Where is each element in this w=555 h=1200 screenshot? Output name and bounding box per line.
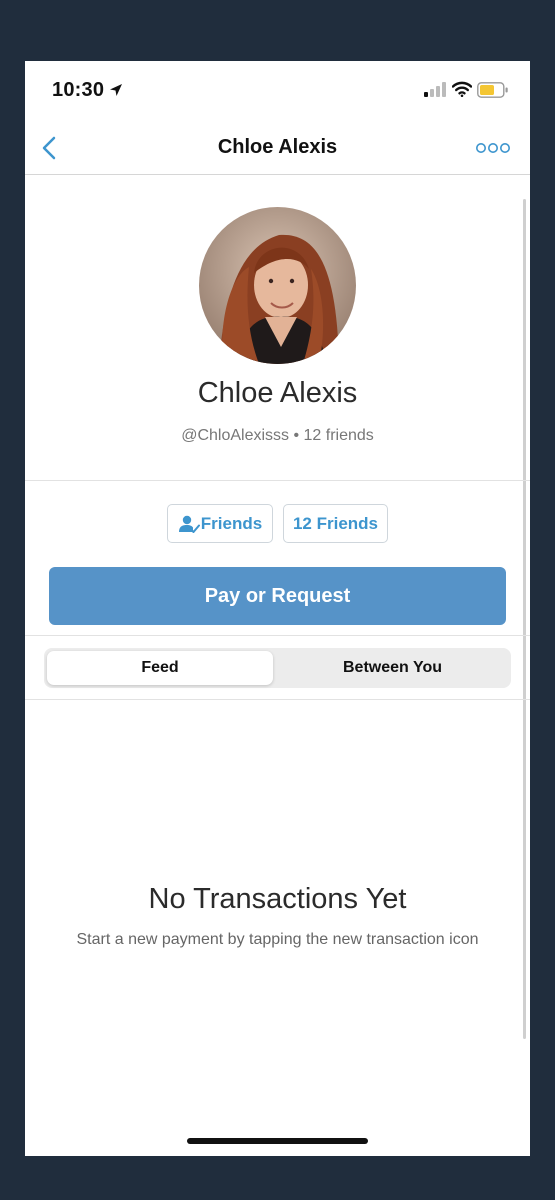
profile-name: Chloe Alexis	[197, 377, 358, 409]
profile-handle-and-friends: @ChloAlexisss • 12 friends	[181, 427, 374, 444]
empty-state-message: Start a new payment by tapping the new t…	[76, 931, 479, 948]
tab-between-you-label: Between You	[343, 659, 442, 676]
friends-status-button[interactable]: Friends	[167, 504, 273, 543]
friends-button-label: Friends	[200, 513, 263, 533]
friends-count-label: 12 Friends	[292, 513, 379, 533]
divider	[25, 480, 530, 481]
nav-title: Chloe Alexis	[217, 136, 338, 158]
pay-button-label: Pay or Request	[204, 584, 351, 607]
navigation-bar: Chloe Alexis	[25, 121, 530, 175]
status-bar: 10:30	[25, 61, 530, 121]
divider	[25, 635, 530, 636]
home-indicator[interactable]	[187, 1138, 368, 1144]
profile-avatar	[199, 207, 356, 364]
tab-between-you[interactable]: Between You	[277, 651, 508, 685]
divider	[25, 699, 530, 700]
location-arrow-icon	[110, 84, 122, 96]
friends-count-button[interactable]: 12 Friends	[283, 504, 388, 543]
pay-or-request-button[interactable]: Pay or Request	[49, 567, 506, 625]
wifi-icon	[452, 81, 472, 97]
more-options-icon[interactable]	[475, 141, 511, 155]
friend-check-icon	[178, 515, 200, 533]
tab-feed-label: Feed	[141, 659, 179, 676]
tab-feed[interactable]: Feed	[47, 651, 273, 685]
feed-segmented-control: Feed Between You	[44, 648, 511, 688]
cellular-signal-icon	[424, 82, 446, 97]
battery-icon	[477, 82, 508, 98]
status-time: 10:30	[52, 79, 105, 101]
phone-screen: 10:30 Chloe Alexis Chloe Alexis @ChloAle…	[25, 61, 530, 1156]
empty-state-title: No Transactions Yet	[148, 883, 407, 915]
